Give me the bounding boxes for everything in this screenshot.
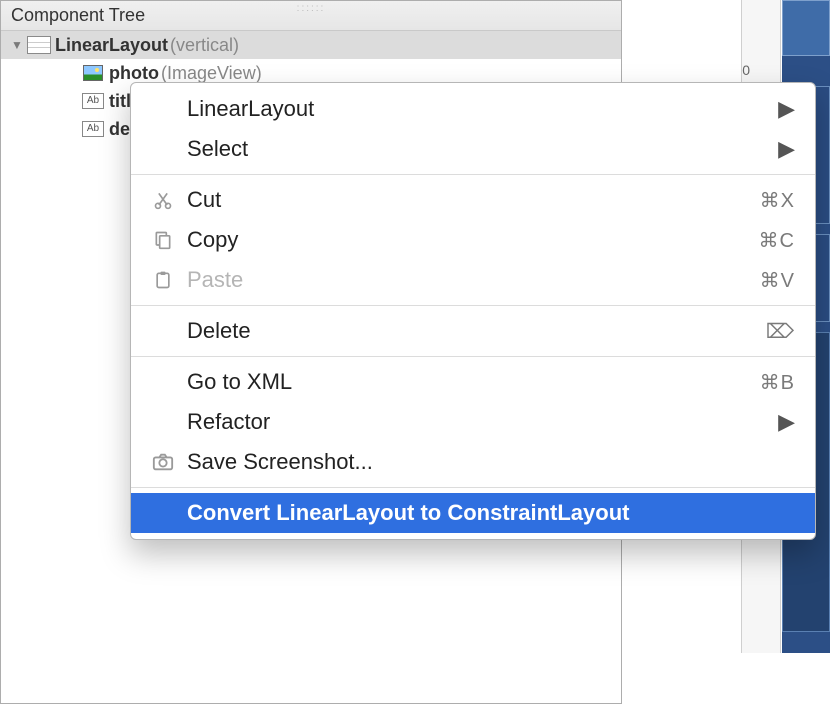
imageview-icon [81, 65, 105, 81]
menu-item-label: Paste [177, 267, 760, 293]
menu-item-label: LinearLayout [177, 96, 778, 122]
menu-item-label: Refactor [177, 409, 778, 435]
menu-item-paste: Paste⌘V [131, 260, 815, 300]
drag-grip-icon: :::::: [297, 3, 326, 14]
textview-icon: Ab [81, 121, 105, 137]
expand-collapse-icon[interactable]: ▼ [11, 38, 27, 52]
component-tree-title: Component Tree [11, 5, 145, 26]
menu-item-shortcut: ⌦ [766, 319, 795, 344]
menu-item-label: Save Screenshot... [177, 449, 795, 475]
menu-item-screenshot[interactable]: Save Screenshot... [131, 442, 815, 482]
menu-item-shortcut: ⌘V [760, 268, 795, 293]
menu-separator [131, 174, 815, 175]
menu-item-copy[interactable]: Copy⌘C [131, 220, 815, 260]
linearlayout-icon [27, 36, 51, 54]
tree-node-root[interactable]: ▼ LinearLayout (vertical) [1, 31, 621, 59]
camera-icon [149, 452, 177, 472]
menu-item-refactor[interactable]: Refactor▶ [131, 402, 815, 442]
menu-item-label: Convert LinearLayout to ConstraintLayout [177, 500, 795, 526]
component-tree-header: :::::: Component Tree [1, 1, 621, 31]
menu-separator [131, 487, 815, 488]
tree-node-suffix: (ImageView) [161, 63, 262, 84]
tree-node-suffix: (vertical) [170, 35, 239, 56]
menu-item-goxml[interactable]: Go to XML⌘B [131, 362, 815, 402]
menu-item-label: Cut [177, 187, 760, 213]
menu-separator [131, 356, 815, 357]
copy-icon [149, 230, 177, 250]
tree-node-label: LinearLayout [55, 35, 168, 56]
submenu-arrow-icon: ▶ [778, 136, 795, 162]
menu-item-shortcut: ⌘B [760, 370, 795, 395]
menu-item-label: Go to XML [177, 369, 760, 395]
menu-item-shortcut: ⌘C [759, 228, 795, 253]
context-menu: LinearLayout▶Select▶Cut⌘XCopy⌘CPaste⌘VDe… [130, 82, 816, 540]
menu-item-convert[interactable]: Convert LinearLayout to ConstraintLayout [131, 493, 815, 533]
menu-item-label: Delete [177, 318, 766, 344]
ruler-zero-label: 0 [742, 62, 750, 78]
menu-item-label: Copy [177, 227, 759, 253]
tree-node-label: photo [109, 63, 159, 84]
textview-icon: Ab [81, 93, 105, 109]
paste-icon [149, 270, 177, 290]
menu-item-shortcut: ⌘X [760, 188, 795, 213]
cut-icon [149, 190, 177, 210]
menu-item-select[interactable]: Select▶ [131, 129, 815, 169]
submenu-arrow-icon: ▶ [778, 96, 795, 122]
submenu-arrow-icon: ▶ [778, 409, 795, 435]
menu-item-linearlayout[interactable]: LinearLayout▶ [131, 89, 815, 129]
menu-item-delete[interactable]: Delete⌦ [131, 311, 815, 351]
menu-item-cut[interactable]: Cut⌘X [131, 180, 815, 220]
menu-item-label: Select [177, 136, 778, 162]
menu-separator [131, 305, 815, 306]
